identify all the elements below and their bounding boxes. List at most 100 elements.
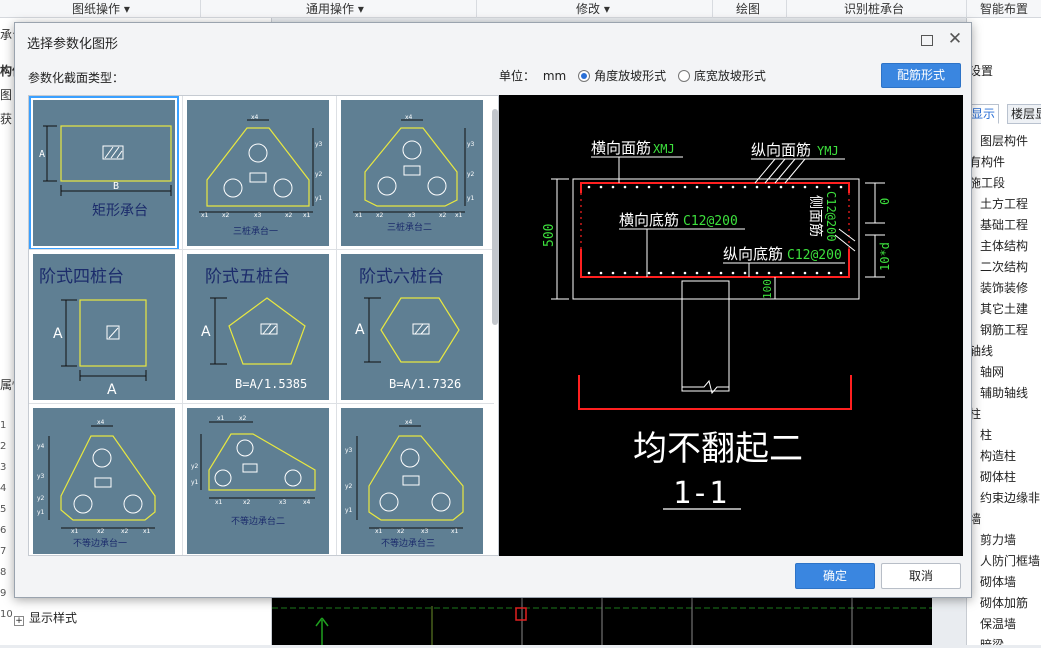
layer-tree-item[interactable]: 其它土建 — [980, 300, 1028, 317]
top-rebar-dots — [587, 185, 843, 189]
shape-tile-unequal-1[interactable]: x4 y4 y3 y2 y1 x1 x2 x2 x1 不等边承台一 — [33, 408, 175, 554]
shape-thumbnail: x4 y3 y2 y1 x1 x2 x3 x2 x1 三桩承台二 — [353, 114, 475, 233]
menu-recognize-cap[interactable]: 识别桩承台 — [844, 1, 904, 17]
layer-tree-item[interactable]: 二次结构 — [980, 258, 1028, 275]
layer-tree-item[interactable]: 构造柱 — [980, 447, 1016, 464]
shape-tile-rect-cap[interactable]: A B 矩形承台 — [29, 96, 179, 250]
layer-tree-item[interactable]: 土方工程 — [980, 195, 1028, 212]
dim-label: x2 — [397, 528, 405, 535]
dim-label: A — [53, 326, 63, 342]
code-longitudinal-top: YMJ — [817, 144, 839, 158]
layer-tree-item[interactable]: 约束边缘非阴 — [980, 489, 1041, 506]
dim-label: y1 — [345, 507, 353, 514]
shape-tile-unequal-3[interactable]: x4 y3 y2 y1 x1 x2 x3 x1 不等边承台三 — [341, 408, 483, 554]
layer-tree-item[interactable]: 砌体加筋 — [980, 594, 1028, 611]
show-style-row[interactable]: + 显示样式 — [14, 609, 77, 626]
rebar-dot — [743, 185, 747, 189]
rebar-dot — [755, 185, 759, 189]
rebar-dot — [767, 185, 771, 189]
layer-tree-item[interactable]: 人防门框墙 — [980, 552, 1040, 569]
shape-thumbnail: x1 x2 y2 y1 x1 x2 x3 x4 不等边承台二 — [191, 415, 316, 527]
unit-settings: 单位： mm 角度放坡形式 底宽放坡形式 — [499, 67, 766, 84]
layer-tree-item[interactable]: 暗梁 — [980, 636, 1004, 645]
shape-tile-stepped-five-pile[interactable]: 阶式五桩台 A B=A/1.5385 — [187, 254, 329, 400]
menu-draw[interactable]: 绘图 — [736, 1, 760, 17]
value-horizontal-bottom: C12@200 — [683, 214, 738, 229]
section-type-label: 参数化截面类型： — [28, 71, 125, 85]
close-icon[interactable]: ✕ — [945, 29, 965, 49]
shape-name-label: 阶式六桩台 — [359, 267, 444, 287]
layer-tree-item[interactable]: 砌体柱 — [980, 468, 1016, 485]
rebar-dot — [695, 271, 699, 275]
bottom-rebar-dots — [587, 271, 843, 275]
expand-icon[interactable]: + — [14, 616, 24, 626]
layer-tree-item[interactable]: 钢筋工程 — [980, 321, 1028, 338]
rebar-dot — [767, 271, 771, 275]
dim-label: A — [39, 149, 45, 160]
row-number: 9 — [0, 588, 7, 599]
grid-divider — [29, 403, 494, 404]
layer-tree-item[interactable]: 保温墙 — [980, 615, 1016, 632]
rebar-form-button[interactable]: 配筋形式 — [881, 63, 961, 88]
shape-grid[interactable]: A B 矩形承台 x4 y3 y2 y1 x1 x2 x3 x2 x1 三桩承台… — [28, 95, 499, 556]
layer-tree-item[interactable]: 施工段 — [969, 174, 1005, 191]
layer-tree-item[interactable]: 基础工程 — [980, 216, 1028, 233]
layer-tree-item[interactable]: 图层构件 — [980, 132, 1028, 149]
rebar-dot — [659, 271, 663, 275]
dim-label: x4 — [251, 114, 259, 121]
menu-drawing-ops[interactable]: 图纸操作 ▾ — [72, 1, 130, 17]
radio-icon[interactable] — [677, 70, 690, 82]
shape-tile-unequal-2[interactable]: x1 x2 y2 y1 x1 x2 x3 x4 不等边承台二 — [187, 408, 329, 554]
layer-tree-item[interactable]: 剪力墙 — [980, 531, 1016, 548]
menu-modify[interactable]: 修改 ▾ — [576, 1, 610, 17]
rebar-dot — [779, 185, 783, 189]
layer-tree-item[interactable]: 辅助轴线 — [980, 384, 1028, 401]
parametric-shape-dialog: 选择参数化图形 ✕ 参数化截面类型： 单位： mm 角度放坡形式 底宽放坡形式 … — [14, 22, 972, 598]
radio-icon[interactable] — [578, 70, 591, 82]
dim-label: x2 — [222, 212, 230, 219]
row-number: 6 — [0, 525, 7, 536]
shape-tile-three-pile-1[interactable]: x4 y3 y2 y1 x1 x2 x3 x2 x1 三桩承台一 — [187, 100, 329, 246]
shape-tile-three-pile-2[interactable]: x4 y3 y2 y1 x1 x2 x3 x2 x1 三桩承台二 — [341, 100, 483, 246]
label-horizontal-top: 横向面筋 — [591, 139, 651, 157]
rebar-dot — [815, 185, 819, 189]
shape-thumbnail: 阶式五桩台 A B=A/1.5385 — [201, 267, 307, 391]
layer-tree-item[interactable]: 柱 — [980, 426, 992, 443]
layer-tree-item[interactable]: 装饰装修 — [980, 279, 1028, 296]
rebar-dot — [791, 271, 795, 275]
radio-bottom-width-slope[interactable]: 底宽放坡形式 — [677, 69, 766, 83]
layer-tree-item[interactable]: 砌体墙 — [980, 573, 1016, 590]
layer-tree-item[interactable]: 主体结构 — [980, 237, 1028, 254]
rebar-dot — [623, 271, 627, 275]
rebar-dot — [743, 271, 747, 275]
layer-tree-item[interactable]: 轴线 — [969, 342, 993, 359]
drawing-canvas[interactable] — [272, 598, 932, 645]
shape-tile-stepped-four-pile[interactable]: 阶式四桩台 A A — [33, 254, 175, 400]
dim-label: x1 — [355, 212, 363, 219]
layer-tree-item[interactable]: 轴网 — [980, 363, 1004, 380]
shape-thumbnail: x4 y3 y2 y1 x1 x2 x3 x2 x1 三桩承台一 — [199, 114, 323, 237]
tab-floor-display[interactable]: 楼层显 — [1007, 104, 1041, 124]
shape-name-label: 不等边承台一 — [73, 537, 127, 549]
shape-tile-stepped-six-pile[interactable]: 阶式六桩台 A B=A/1.7326 — [341, 254, 483, 400]
section-preview-drawing: 500 0 10*d 100 横向面筋 XMJ 纵向面筋 YMJ 横向底筋 C1… — [542, 139, 892, 511]
dialog-title: 选择参数化图形 — [27, 37, 119, 52]
rebar-dot — [731, 271, 735, 275]
menu-separator — [200, 0, 201, 18]
menu-smart-layout[interactable]: 智能布置 — [980, 1, 1028, 17]
dim-embed: 100 — [761, 279, 774, 299]
cancel-button[interactable]: 取消 — [881, 563, 961, 589]
dim-label: y2 — [315, 171, 323, 178]
dim-label: x2 — [121, 528, 129, 535]
shape-grid-scrollbar[interactable] — [492, 109, 498, 325]
dim-label: y3 — [345, 447, 353, 454]
rebar-dot — [623, 185, 627, 189]
note-text: 均不翻起二 — [633, 429, 803, 469]
dim-label: x2 — [439, 212, 447, 219]
ok-button[interactable]: 确定 — [795, 563, 875, 589]
menu-general-ops[interactable]: 通用操作 ▾ — [306, 1, 364, 17]
radio-angle-slope[interactable]: 角度放坡形式 — [578, 69, 666, 83]
maximize-icon[interactable] — [921, 35, 933, 46]
layer-tree-item[interactable]: 有构件 — [969, 153, 1005, 170]
dim-label: x3 — [408, 212, 416, 219]
